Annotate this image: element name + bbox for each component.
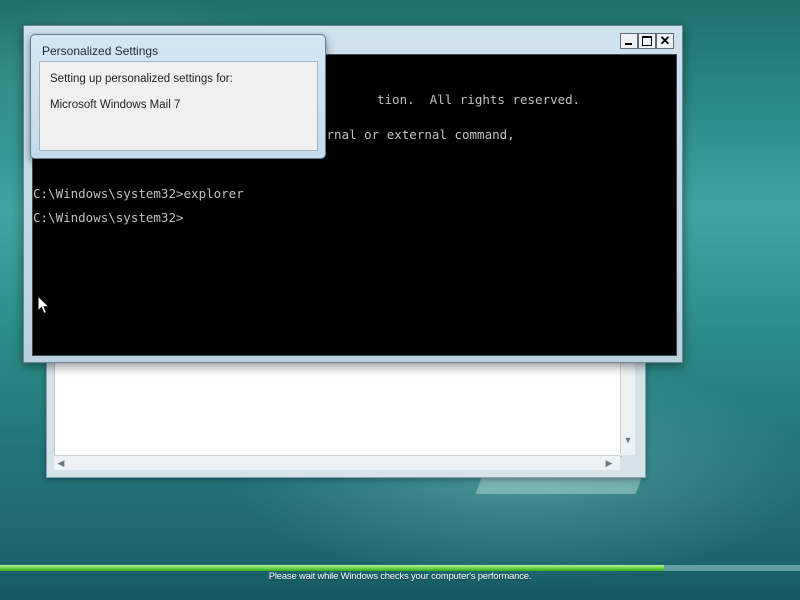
maximize-icon[interactable]: [638, 33, 656, 49]
dialog-panel: Setting up personalized settings for: Mi…: [39, 61, 318, 151]
status-message: Please wait while Windows checks your co…: [268, 571, 532, 582]
console-line: tion. All rights reserved.: [377, 92, 581, 107]
scroll-right-icon[interactable]: ▶: [602, 456, 616, 470]
dialog-item: Microsoft Windows Mail 7: [50, 99, 181, 111]
personalized-settings-dialog: Personalized Settings Setting up persona…: [30, 34, 326, 159]
console-line: ernal or external command,: [319, 127, 515, 142]
console-prompt[interactable]: C:\Windows\system32>: [33, 211, 184, 225]
close-glyph: ✕: [659, 33, 671, 48]
horizontal-scrollbar[interactable]: ◀ ▶: [54, 455, 620, 470]
minimize-icon[interactable]: [620, 33, 638, 49]
close-icon[interactable]: ✕: [656, 33, 674, 49]
mouse-pointer-icon: [37, 295, 51, 315]
scroll-left-icon[interactable]: ◀: [54, 456, 68, 470]
dialog-message: Setting up personalized settings for:: [50, 73, 233, 85]
scroll-down-icon[interactable]: ▼: [621, 433, 635, 447]
console-line: C:\Windows\system32>explorer: [33, 186, 244, 201]
dialog-title: Personalized Settings: [42, 44, 159, 58]
